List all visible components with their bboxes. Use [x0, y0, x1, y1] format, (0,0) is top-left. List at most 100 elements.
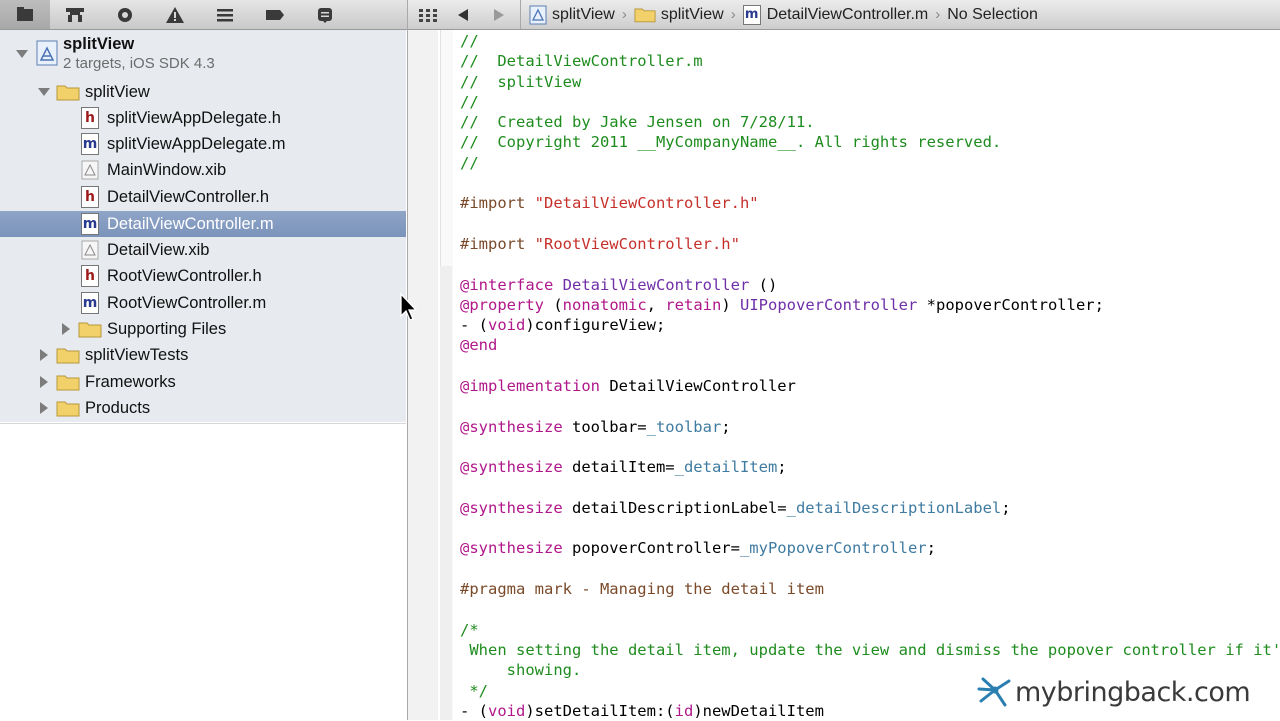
issue-warning-icon — [166, 6, 184, 23]
code-line[interactable] — [460, 478, 1280, 498]
disclosure-triangle-icon[interactable] — [38, 88, 50, 96]
crumb-label: splitView — [660, 5, 724, 23]
code-line[interactable]: #import "DetailViewController.h" — [460, 193, 1280, 213]
source-editor[interactable]: //// DetailViewController.m// splitView /… — [460, 31, 1280, 721]
code-line[interactable]: When setting the detail item, update the… — [460, 640, 1280, 660]
code-line[interactable]: // splitView — [460, 72, 1280, 92]
search-navigator-button[interactable] — [100, 0, 150, 29]
back-button[interactable] — [456, 8, 470, 22]
crumb-label: splitView — [552, 5, 615, 23]
code-line[interactable]: #import "RootViewController.h" — [460, 234, 1280, 254]
implementation-file-icon: m — [81, 213, 99, 235]
code-line[interactable]: - (void)configureView; — [460, 315, 1280, 335]
code-line[interactable]: // Created by Jake Jensen on 7/28/11. — [460, 112, 1280, 132]
code-line[interactable]: @implementation DetailViewController — [460, 376, 1280, 396]
code-line[interactable]: #pragma mark - Managing the detail item — [460, 579, 1280, 599]
tree-item-label: Supporting Files — [107, 319, 227, 338]
code-line[interactable]: @property (nonatomic, retain) UIPopoverC… — [460, 295, 1280, 315]
code-line[interactable]: /* — [460, 620, 1280, 640]
code-line[interactable] — [460, 356, 1280, 376]
code-token: *popoverController; — [917, 295, 1104, 314]
tree-item-label: MainWindow.xib — [107, 160, 227, 179]
forward-button[interactable] — [492, 8, 506, 22]
tree-item-file[interactable]: m RootViewController.m — [0, 290, 406, 316]
tree-item-file[interactable]: h RootViewController.h — [0, 263, 406, 289]
debug-navigator-button[interactable] — [200, 0, 250, 29]
disclosure-triangle-icon[interactable] — [62, 323, 70, 335]
tree-item-products[interactable]: Products — [0, 395, 406, 421]
tree-item-file[interactable]: MainWindow.xib — [0, 157, 406, 183]
code-token: // Created by Jake Jensen on 7/28/11. — [460, 113, 815, 132]
breakpoint-navigator-button[interactable] — [250, 0, 300, 29]
code-token: ; — [926, 539, 936, 558]
disclosure-triangle-icon[interactable] — [16, 50, 28, 58]
tree-item-splitviewtests[interactable]: splitViewTests — [0, 342, 406, 368]
code-line[interactable]: @synthesize popoverController=_myPopover… — [460, 538, 1280, 558]
code-token: _detailItem — [674, 458, 778, 477]
tree-item-file[interactable]: DetailView.xib — [0, 237, 406, 263]
crumb-selection[interactable]: No Selection — [947, 6, 1038, 24]
disclosure-triangle-icon[interactable] — [40, 376, 48, 388]
code-line[interactable]: // — [460, 153, 1280, 173]
code-token: showing. — [460, 661, 582, 680]
code-line[interactable] — [460, 214, 1280, 234]
issue-navigator-button[interactable] — [150, 0, 200, 29]
project-root-row[interactable]: splitView 2 targets, iOS SDK 4.3 — [0, 32, 406, 74]
tree-item-file[interactable]: h DetailViewController.h — [0, 184, 406, 210]
project-navigator-button[interactable] — [0, 0, 50, 29]
crumb-label: No Selection — [947, 5, 1038, 23]
code-token: _myPopoverController — [739, 539, 927, 558]
tree-item-file[interactable]: m splitViewAppDelegate.m — [0, 131, 406, 157]
code-token: nonatomic — [562, 295, 647, 314]
tree-item-label: splitViewAppDelegate.h — [107, 108, 281, 127]
crumb-file[interactable]: m DetailViewController.m — [742, 4, 928, 25]
breakpoint-icon — [266, 9, 284, 20]
code-line[interactable]: // — [460, 31, 1280, 51]
code-line[interactable] — [460, 518, 1280, 538]
tree-item-file-selected[interactable]: m DetailViewController.m — [0, 211, 406, 237]
jump-bar-divider — [520, 0, 521, 29]
code-line[interactable]: @end — [460, 335, 1280, 355]
tree-item-frameworks[interactable]: Frameworks — [0, 369, 406, 395]
code-line[interactable]: @interface DetailViewController () — [460, 275, 1280, 295]
code-token: , — [646, 295, 666, 314]
code-line[interactable]: @synthesize toolbar=_toolbar; — [460, 417, 1280, 437]
disclosure-triangle-icon[interactable] — [40, 402, 48, 414]
tree-item-file[interactable]: h splitViewAppDelegate.h — [0, 105, 406, 131]
code-line[interactable]: // — [460, 92, 1280, 112]
code-line[interactable] — [460, 599, 1280, 619]
code-token: _detailDescriptionLabel — [786, 498, 1002, 517]
project-file-icon — [529, 5, 547, 24]
log-navigator-button[interactable] — [300, 0, 350, 29]
crumb-project[interactable]: splitView — [529, 5, 615, 25]
code-line[interactable]: @synthesize detailDescriptionLabel=_deta… — [460, 498, 1280, 518]
code-token: @interface — [460, 275, 563, 294]
code-line[interactable] — [460, 437, 1280, 457]
project-name: splitView — [63, 35, 135, 53]
tree-item-supporting-files[interactable]: Supporting Files — [0, 316, 406, 342]
line-gutter[interactable] — [408, 30, 438, 720]
search-navigator-icon — [118, 7, 132, 22]
code-line[interactable] — [460, 396, 1280, 416]
code-token: retain — [665, 295, 722, 314]
code-token: @synthesize — [460, 458, 572, 477]
related-items-button[interactable] — [418, 7, 438, 23]
folder-icon — [78, 322, 102, 338]
code-line[interactable]: @synthesize detailItem=_detailItem; — [460, 457, 1280, 477]
implementation-file-icon: m — [81, 292, 99, 314]
code-line[interactable]: // Copyright 2011 __MyCompanyName__. All… — [460, 132, 1280, 152]
code-token: DetailViewController — [609, 377, 796, 396]
code-line[interactable] — [460, 559, 1280, 579]
code-token: id — [674, 701, 694, 720]
watermark-text: mybringback.com — [1015, 676, 1251, 708]
crumb-group[interactable]: splitView — [634, 6, 724, 24]
code-line[interactable] — [460, 173, 1280, 193]
tree-item-splitview-group[interactable]: splitView — [0, 79, 406, 105]
symbol-navigator-button[interactable] — [50, 0, 100, 29]
header-file-icon: h — [81, 107, 99, 129]
code-line[interactable]: // DetailViewController.m — [460, 51, 1280, 71]
folder-icon — [56, 348, 80, 364]
disclosure-triangle-icon[interactable] — [40, 349, 48, 361]
code-token: UIPopoverController — [740, 295, 918, 314]
code-line[interactable] — [460, 254, 1280, 274]
